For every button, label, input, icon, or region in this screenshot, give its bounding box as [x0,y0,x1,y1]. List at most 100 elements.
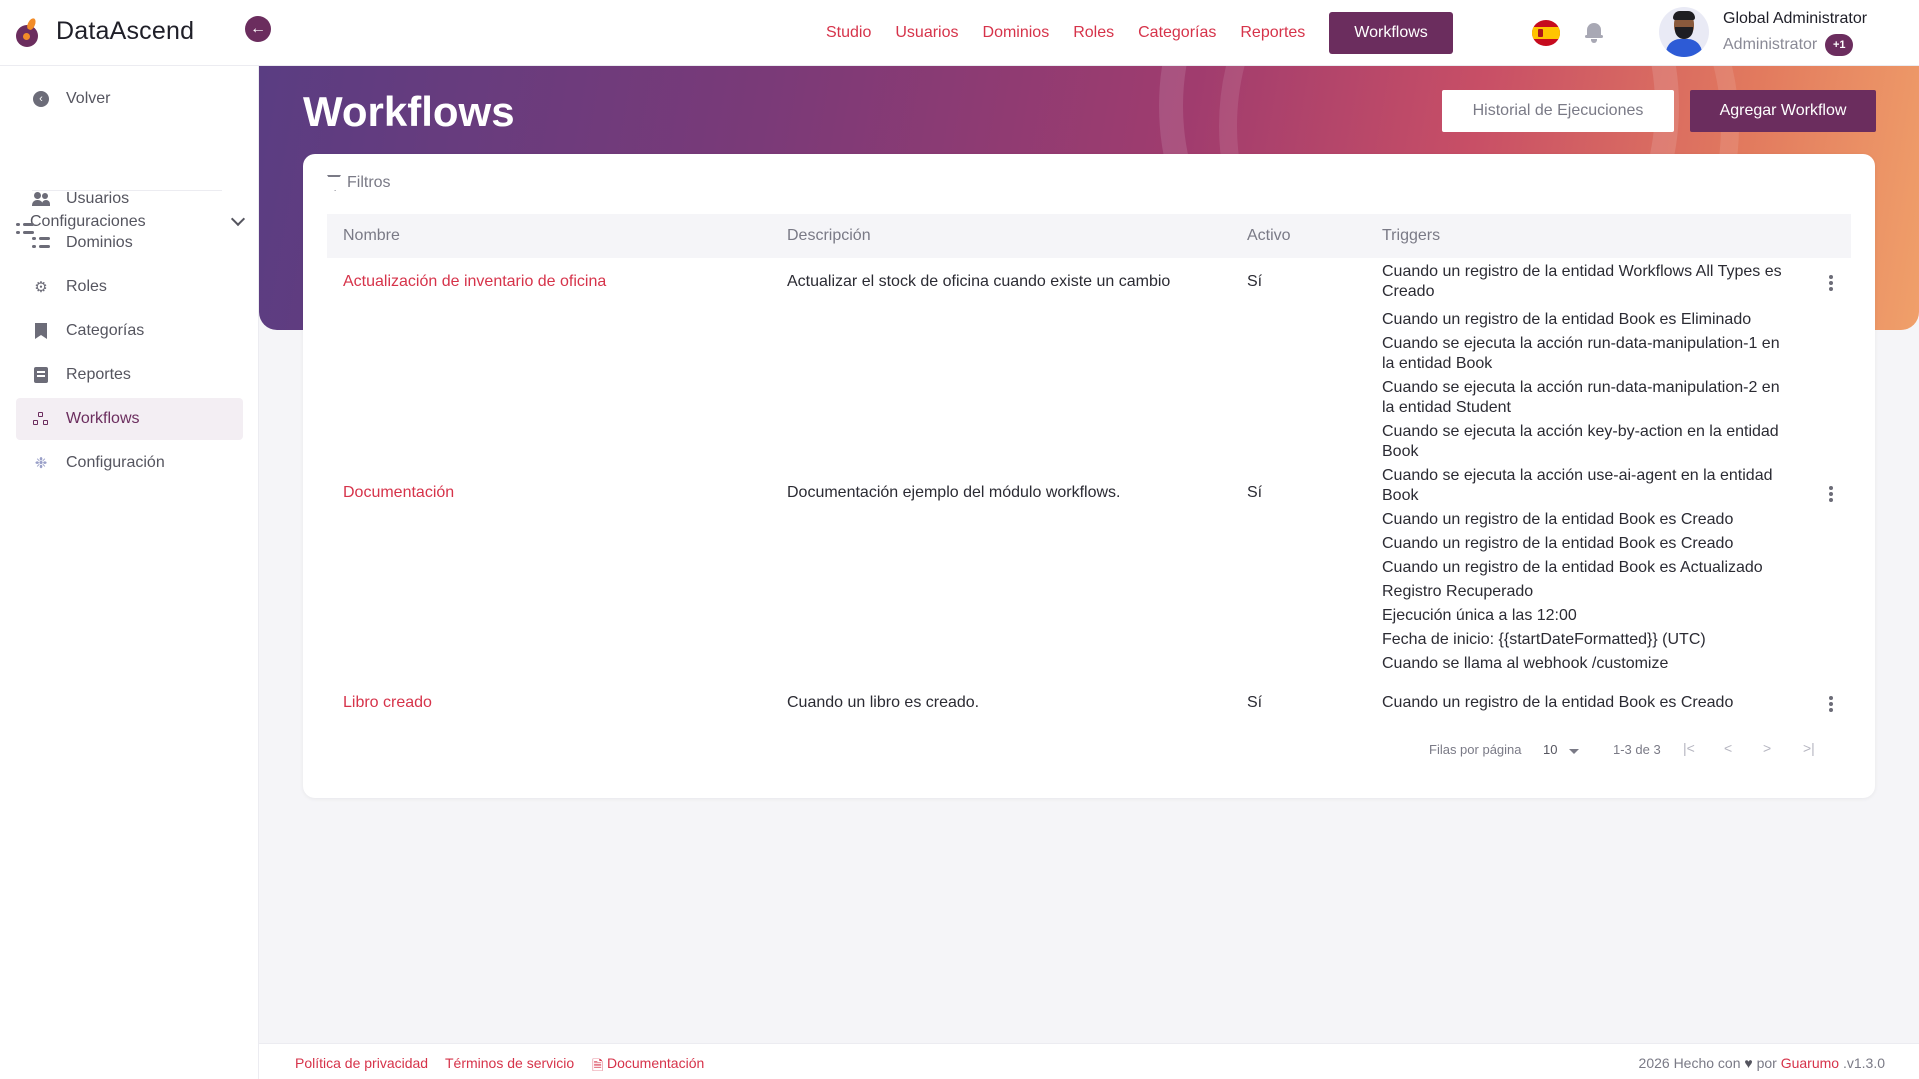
sidebar-item-label: Workflows [66,410,140,427]
users-icon [32,190,50,208]
sidebar-item-label: Configuración [66,454,165,471]
next-page-icon[interactable]: > [1763,740,1771,756]
filter-icon [327,175,341,191]
workflow-description: Cuando un libro es creado. [787,694,980,711]
heart-icon: ♥ [1744,1055,1753,1071]
workflow-description: Actualizar el stock de oficina cuando ex… [787,273,1171,290]
docs-link[interactable]: Documentación [607,1055,704,1071]
company-link[interactable]: Guarumo [1781,1055,1839,1071]
user-role: Administrator +1 [1723,34,1854,56]
workflow-active: Sí [1247,694,1263,711]
nav-reportes[interactable]: Reportes [1228,12,1317,54]
avatar[interactable] [1659,7,1709,57]
row-menu-icon[interactable] [1827,483,1835,505]
caret-down-icon[interactable] [1569,749,1579,754]
nav-workflows[interactable]: Workflows [1329,12,1453,54]
column-header-activo[interactable]: Activo [1247,214,1291,258]
trigger-item: Cuando se llama al webhook /customize [1382,655,1669,672]
sidebar-item-label: Categorías [66,322,145,339]
add-workflow-button[interactable]: Agregar Workflow [1690,90,1876,132]
pagination-range: 1-3 de 3 [1613,742,1661,757]
row-menu-icon[interactable] [1827,272,1835,294]
rows-per-page-label: Filas por página [1429,742,1522,757]
trigger-item: Cuando se ejecuta la acción use-ai-agent… [1382,467,1773,504]
trigger-item: Cuando un registro de la entidad Book es… [1382,535,1734,552]
user-role-label: Administrator [1723,36,1818,53]
trigger-item: Cuando un registro de la entidad Book es… [1382,511,1734,528]
sidebar-item-label: Volver [66,90,111,107]
spain-flag-icon[interactable] [1532,20,1560,46]
trigger-item: Cuando se ejecuta la acción run-data-man… [1382,379,1780,416]
trigger-item: Fecha de inicio: {{startDateFormatted}} … [1382,631,1706,648]
privacy-link[interactable]: Política de privacidad [295,1055,428,1071]
list-icon [32,234,50,252]
brand[interactable]: DataAscend [14,16,195,47]
gear-icon: ⚙ [34,279,48,296]
execution-history-button[interactable]: Historial de Ejecuciones [1442,90,1674,132]
document-icon: 🗎 [592,1057,604,1073]
workflow-description: Documentación ejemplo del módulo workflo… [787,484,1121,501]
trigger-item: Cuando un registro de la entidad Book es… [1382,559,1763,576]
nav-studio[interactable]: Studio [814,12,883,54]
prev-page-icon[interactable]: < [1724,740,1732,756]
collapse-sidebar-button[interactable]: ← [245,16,271,42]
trigger-item: Registro Recuperado [1382,583,1534,600]
first-page-icon[interactable]: |< [1683,740,1695,756]
column-header-nombre[interactable]: Nombre [343,214,400,258]
trigger-item: Cuando un registro de la entidad Book es… [1382,311,1752,328]
trigger-item: Cuando se ejecuta la acción key-by-actio… [1382,423,1779,460]
terms-link[interactable]: Términos de servicio [445,1055,574,1071]
sidebar-item-configuracion[interactable]: ❉ Configuración [16,442,243,484]
by-text: por [1756,1055,1777,1071]
workflows-card: Filtros Nombre Descripción Activo Trigge… [303,154,1875,798]
sidebar-item-label: Roles [66,278,107,295]
made-with-text: 2026 Hecho con [1638,1055,1741,1071]
cog-icon: ❉ [34,455,48,472]
nav-roles[interactable]: Roles [1061,12,1126,54]
table-header: Nombre Descripción Activo Triggers [327,214,1851,258]
trigger-item: Cuando se ejecuta la acción run-data-man… [1382,335,1780,372]
sidebar-item-roles[interactable]: ⚙ Roles [16,266,243,308]
workflow-name-link[interactable]: Documentación [343,483,454,503]
column-header-descripcion[interactable]: Descripción [787,214,871,258]
brand-logo-icon [14,16,42,47]
workflow-name-link[interactable]: Actualización de inventario de oficina [343,272,606,292]
workflow-active: Sí [1247,484,1263,501]
top-nav: Studio Usuarios Dominios Roles Categoría… [814,12,1453,54]
sidebar-item-reportes[interactable]: Reportes [16,354,243,396]
footer-credits: 2026 Hecho con ♥ por Guarumo .v1.3.0 [1639,1055,1885,1071]
page-title: Workflows [303,88,515,135]
rows-per-page-select[interactable]: 10 [1543,742,1557,757]
sidebar-item-label: Dominios [66,234,133,251]
filters-label: Filtros [347,174,391,191]
trigger-item: Cuando un registro de la entidad Workflo… [1382,263,1782,300]
workflow-active: Sí [1247,273,1263,290]
nav-usuarios[interactable]: Usuarios [883,12,970,54]
sidebar-item-dominios[interactable]: Dominios [16,222,243,264]
filters-toggle[interactable]: Filtros [327,174,391,192]
last-page-icon[interactable]: >| [1803,740,1815,756]
brand-name: DataAscend [56,16,195,45]
workflow-name-link[interactable]: Libro creado [343,693,432,713]
extra-roles-badge[interactable]: +1 [1825,34,1854,56]
nav-dominios[interactable]: Dominios [971,12,1062,54]
nav-categorias[interactable]: Categorías [1126,12,1228,54]
trigger-item: Cuando un registro de la entidad Book es… [1382,694,1734,711]
sidebar-item-categorias[interactable]: Categorías [16,310,243,352]
sidebar-item-workflows[interactable]: Workflows [16,398,243,440]
bell-icon[interactable] [1584,21,1604,43]
report-icon [32,366,50,384]
top-bar: DataAscend ← Studio Usuarios Dominios Ro… [0,0,1919,66]
row-menu-icon[interactable] [1827,693,1835,715]
footer: Política de privacidad Términos de servi… [259,1043,1919,1079]
user-name: Global Administrator [1723,10,1868,27]
sidebar-item-usuarios[interactable]: Usuarios [16,178,243,220]
sidebar-item-label: Usuarios [66,190,130,207]
sidebar: ‹ Volver Configuraciones Usuarios Domini… [0,66,259,1079]
sidebar-item-volver[interactable]: ‹ Volver [16,78,243,120]
sidebar-item-label: Reportes [66,366,131,383]
bookmark-icon [32,322,50,340]
version-text: .v1.3.0 [1842,1055,1885,1071]
trigger-item: Ejecución única a las 12:00 [1382,607,1577,624]
column-header-triggers[interactable]: Triggers [1382,214,1440,258]
